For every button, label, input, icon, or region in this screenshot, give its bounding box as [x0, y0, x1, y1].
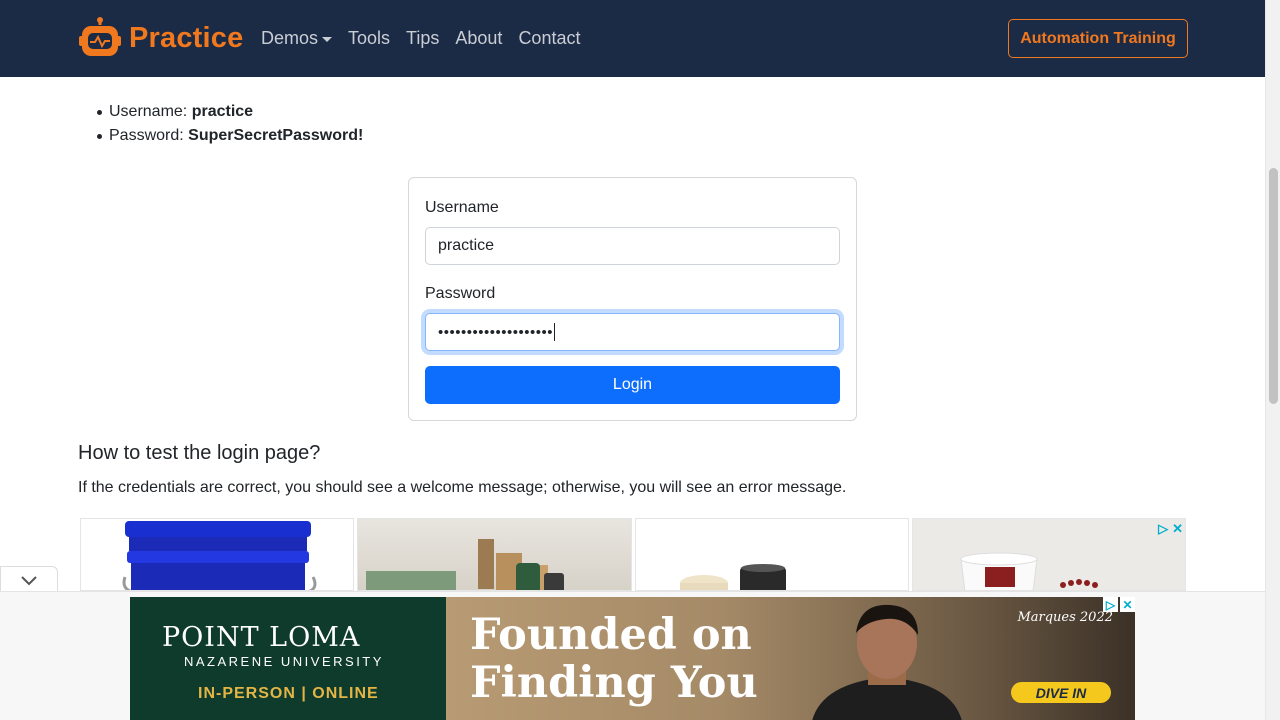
adchoices-icon[interactable]: ▷: [1158, 521, 1168, 537]
password-hint-label: Password:: [109, 127, 184, 144]
username-hint-value: practice: [191, 103, 254, 120]
top-navbar: Practice Demos Tools Tips About Contact …: [0, 0, 1265, 77]
bottom-ad-banner[interactable]: POINT LOMA NAZARENE UNIVERSITY IN-PERSON…: [130, 597, 1135, 720]
container-product-image: [960, 552, 1098, 590]
ad-tile[interactable]: [634, 518, 909, 591]
username-hint: Username: practice: [94, 100, 363, 124]
chevron-down-icon: [21, 575, 37, 585]
section-title: How to test the login page?: [78, 442, 321, 464]
ad-controls: ▷ ✕: [1158, 521, 1183, 537]
nav-contact[interactable]: Contact: [518, 28, 580, 49]
brand-link[interactable]: Practice: [78, 16, 243, 60]
scrollbar-thumb[interactable]: [1269, 168, 1278, 404]
headline-line-2: Finding You: [470, 658, 758, 708]
banner-brand-panel: POINT LOMA NAZARENE UNIVERSITY IN-PERSON…: [130, 597, 446, 720]
filter-parts-image: [679, 564, 786, 590]
password-label: Password: [425, 285, 496, 302]
nav-demos[interactable]: Demos: [261, 28, 333, 49]
dive-in-button[interactable]: DIVE IN: [1011, 682, 1111, 703]
caret-down-icon: [322, 37, 333, 42]
username-hint-label: Username:: [109, 103, 188, 120]
banner-ad-controls: ▷ ✕: [1103, 597, 1135, 612]
login-button[interactable]: Login: [425, 366, 840, 404]
banner-photo-panel: Founded on Finding You Marques 2022 DIVE…: [446, 597, 1135, 720]
nav-demos-label: Demos: [261, 28, 319, 48]
password-input[interactable]: ••••••••••••••••••••: [425, 313, 840, 351]
ad-tile[interactable]: [357, 518, 632, 591]
password-input-value: ••••••••••••••••••••: [438, 323, 554, 341]
password-hint-value: SuperSecretPassword!: [188, 127, 364, 144]
nav-about[interactable]: About: [455, 28, 502, 49]
close-ad-icon[interactable]: ✕: [1120, 597, 1135, 612]
robot-logo-icon: [78, 16, 122, 60]
close-ad-icon[interactable]: ✕: [1172, 521, 1183, 537]
text-cursor: [554, 323, 556, 341]
nav-tools[interactable]: Tools: [348, 28, 390, 49]
login-form: Username practice Password •••••••••••••…: [408, 177, 857, 421]
credentials-list: Username: practice Password: SuperSecret…: [94, 100, 363, 148]
nav-tips[interactable]: Tips: [406, 28, 439, 49]
student-photo: [812, 604, 962, 720]
ad-tile[interactable]: [80, 518, 355, 591]
banner-tag: Marques 2022: [1017, 610, 1113, 625]
school-name: POINT LOMA: [162, 622, 361, 653]
headline-line-1: Founded on: [470, 610, 752, 660]
username-input[interactable]: practice: [425, 227, 840, 265]
ad-row: ▷ ✕: [80, 518, 1186, 591]
automation-training-button[interactable]: Automation Training: [1008, 19, 1188, 58]
password-hint: Password: SuperSecretPassword!: [94, 124, 363, 148]
adchoices-icon[interactable]: ▷: [1103, 597, 1118, 612]
collapse-ad-button[interactable]: [0, 566, 58, 594]
school-subtitle: NAZARENE UNIVERSITY: [184, 654, 384, 669]
blue-bucket-image: [122, 521, 317, 590]
brand-name: Practice: [129, 21, 244, 54]
section-text: If the credentials are correct, you shou…: [78, 479, 847, 496]
ad-tile[interactable]: ▷ ✕: [911, 518, 1186, 591]
product-boxes-image: [366, 539, 565, 590]
school-modes: IN-PERSON | ONLINE: [198, 685, 379, 702]
username-input-value: practice: [438, 237, 495, 254]
banner-headline: Founded on Finding You: [470, 611, 758, 707]
main-nav: Demos Tools Tips About Contact: [261, 28, 596, 49]
bottom-ad-container: POINT LOMA NAZARENE UNIVERSITY IN-PERSON…: [0, 591, 1265, 720]
page-scrollbar[interactable]: [1265, 0, 1280, 720]
username-label: Username: [425, 199, 499, 216]
